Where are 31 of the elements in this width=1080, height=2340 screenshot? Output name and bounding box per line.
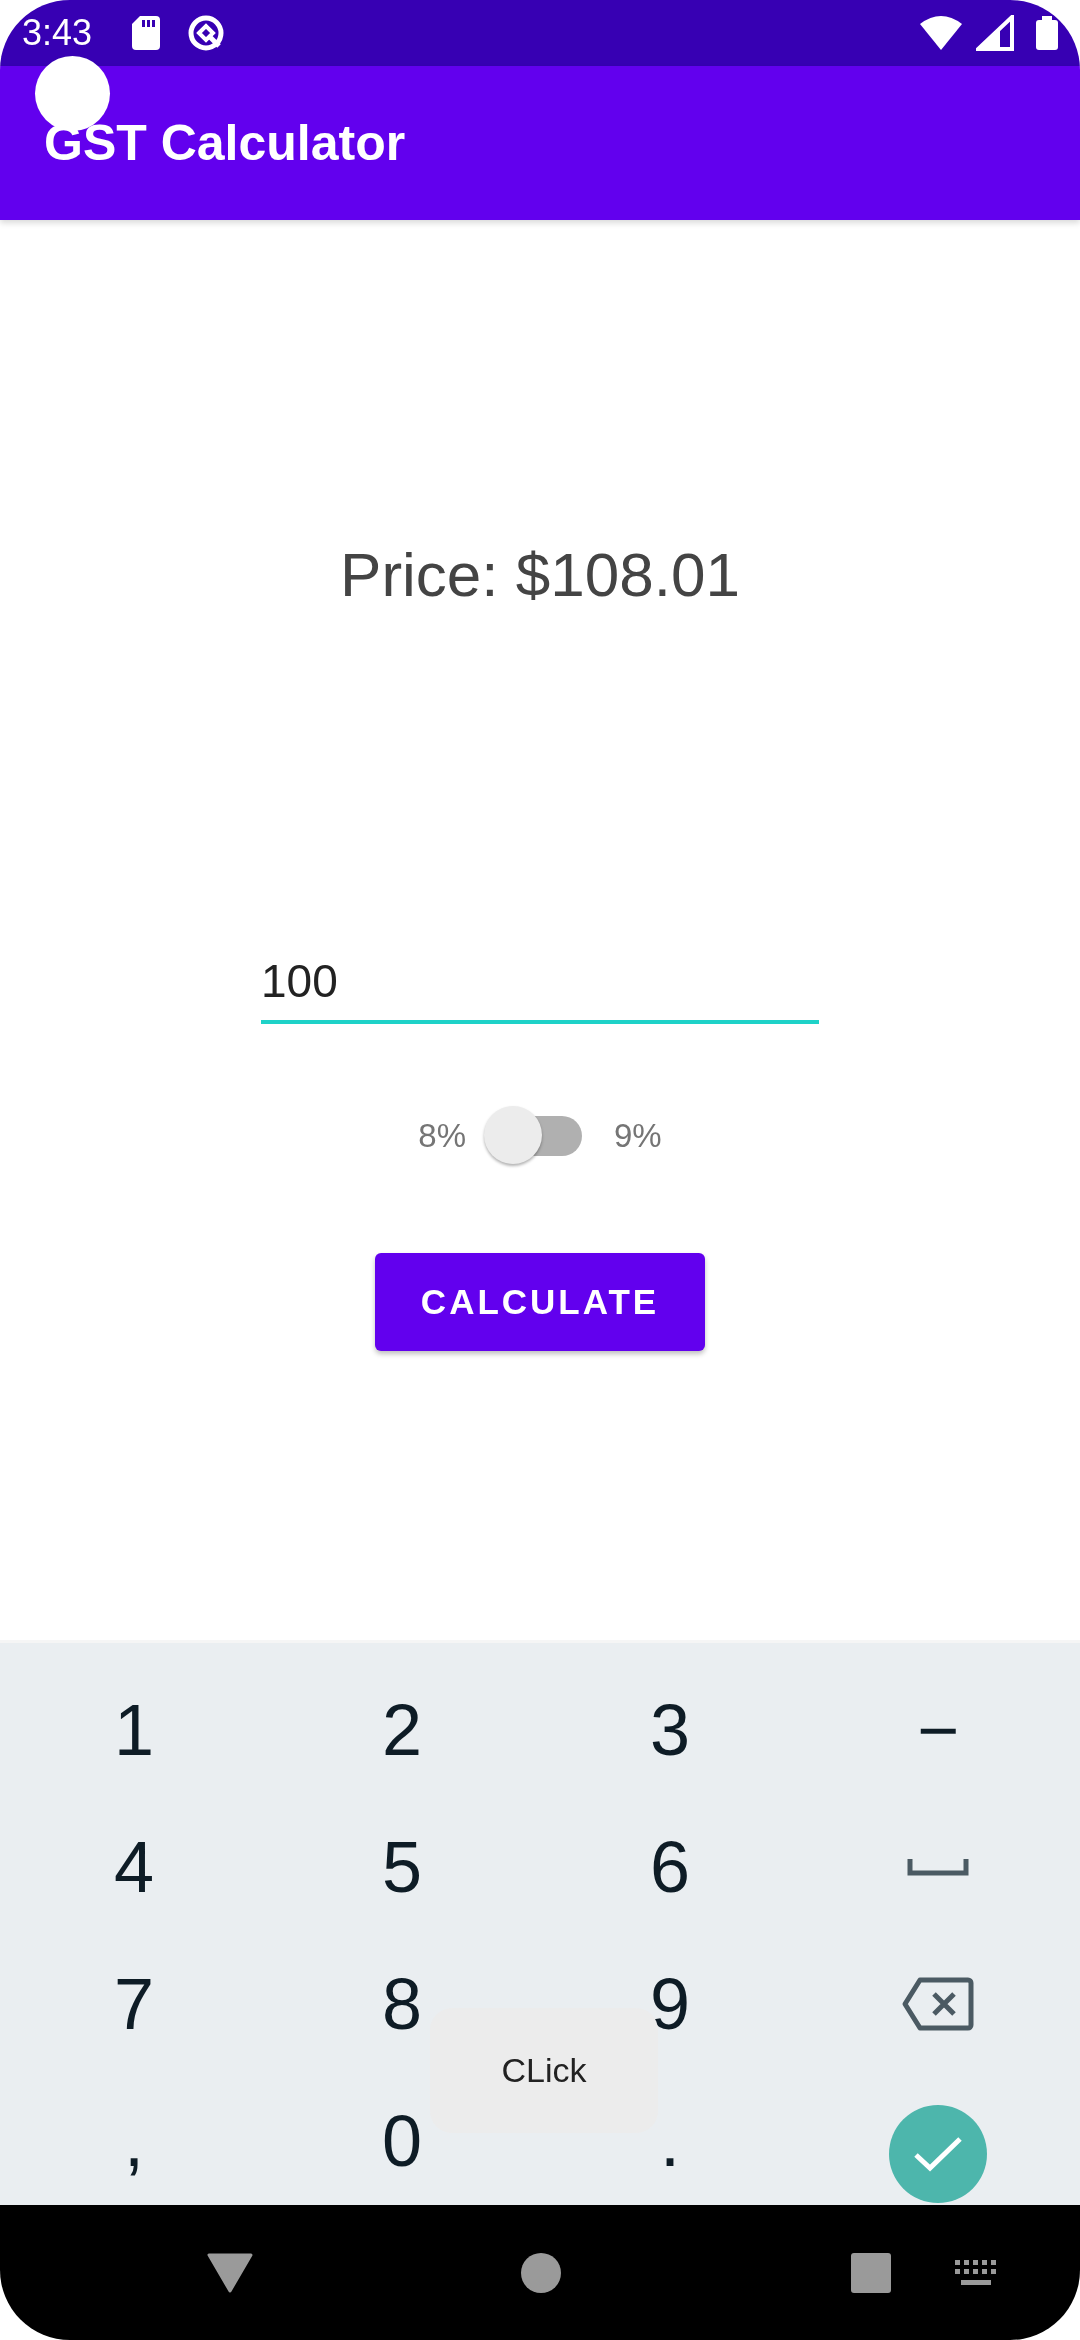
price-text: Price: $108.01: [340, 539, 740, 611]
keyboard-key[interactable]: ,: [124, 2086, 144, 2195]
keyboard-key[interactable]: 4: [113, 1812, 154, 1921]
keyboard-key[interactable]: −: [916, 1675, 959, 1784]
recents-icon[interactable]: [851, 2252, 891, 2293]
rate-label: 8%: [418, 1116, 466, 1157]
keyboard-key[interactable]: 8: [381, 1949, 422, 2058]
sd-card-icon: [132, 16, 161, 50]
home-icon[interactable]: [521, 2252, 561, 2293]
keyboard-key[interactable]: 2: [381, 1675, 422, 1784]
keyboard-key[interactable]: .: [660, 2086, 680, 2195]
calculate-button[interactable]: CALCULATE: [374, 1253, 706, 1351]
amount-field[interactable]: 100: [261, 943, 819, 1024]
circle-logo-icon: [187, 14, 226, 52]
keyboard-key[interactable]: 5: [381, 1812, 422, 1921]
keyboard-key[interactable]: 3: [649, 1675, 690, 1784]
keyboard-key[interactable]: 0: [381, 2086, 422, 2195]
back-icon[interactable]: [207, 2252, 253, 2293]
rate-label: 9%: [614, 1116, 662, 1157]
app-title: GST Calculator: [44, 113, 406, 173]
wifi-icon: [920, 16, 962, 50]
status-time: 3:43: [22, 11, 93, 55]
check-icon: [913, 2134, 963, 2173]
signal-icon: [976, 15, 1014, 51]
keyboard-key[interactable]: 6: [649, 1812, 690, 1921]
backspace-key[interactable]: [902, 1975, 974, 2032]
keyboard-icon[interactable]: [955, 2259, 997, 2286]
space-key[interactable]: [907, 1856, 969, 1877]
battery-icon: [1036, 16, 1058, 50]
keyboard-key[interactable]: 7: [113, 1949, 154, 2058]
keyboard-key[interactable]: 1: [113, 1675, 154, 1784]
